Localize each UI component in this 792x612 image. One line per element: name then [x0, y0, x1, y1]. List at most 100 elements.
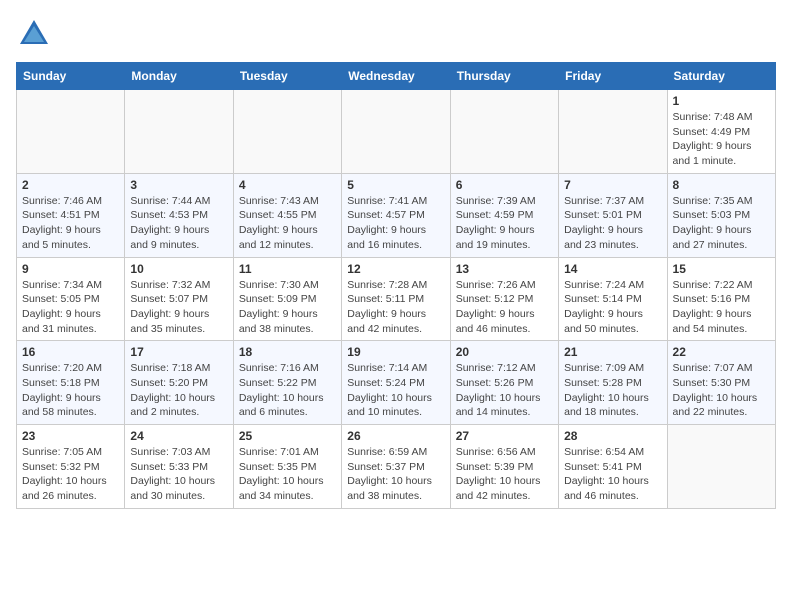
calendar-cell — [125, 90, 233, 174]
day-number: 24 — [130, 429, 227, 443]
calendar-cell: 14 Sunrise: 7:24 AM Sunset: 5:14 PM Dayli… — [559, 257, 667, 341]
day-info: Sunrise: 7:22 AM Sunset: 5:16 PM Dayligh… — [673, 278, 770, 337]
calendar-cell — [559, 90, 667, 174]
day-info: Sunrise: 7:35 AM Sunset: 5:03 PM Dayligh… — [673, 194, 770, 253]
calendar-cell: 15 Sunrise: 7:22 AM Sunset: 5:16 PM Dayli… — [667, 257, 775, 341]
calendar-cell: 17 Sunrise: 7:18 AM Sunset: 5:20 PM Dayli… — [125, 341, 233, 425]
day-info: Sunrise: 7:16 AM Sunset: 5:22 PM Dayligh… — [239, 361, 336, 420]
day-info: Sunrise: 7:44 AM Sunset: 4:53 PM Dayligh… — [130, 194, 227, 253]
day-number: 19 — [347, 345, 444, 359]
logo-icon — [16, 16, 52, 52]
calendar-cell: 1 Sunrise: 7:48 AM Sunset: 4:49 PM Daylig… — [667, 90, 775, 174]
col-header-friday: Friday — [559, 63, 667, 90]
calendar-cell: 3 Sunrise: 7:44 AM Sunset: 4:53 PM Daylig… — [125, 173, 233, 257]
day-info: Sunrise: 7:46 AM Sunset: 4:51 PM Dayligh… — [22, 194, 119, 253]
day-number: 15 — [673, 262, 770, 276]
day-info: Sunrise: 7:37 AM Sunset: 5:01 PM Dayligh… — [564, 194, 661, 253]
day-number: 13 — [456, 262, 553, 276]
calendar-cell: 23 Sunrise: 7:05 AM Sunset: 5:32 PM Dayli… — [17, 425, 125, 509]
day-number: 3 — [130, 178, 227, 192]
calendar-cell: 4 Sunrise: 7:43 AM Sunset: 4:55 PM Daylig… — [233, 173, 341, 257]
calendar-cell: 5 Sunrise: 7:41 AM Sunset: 4:57 PM Daylig… — [342, 173, 450, 257]
calendar-cell — [667, 425, 775, 509]
day-info: Sunrise: 6:54 AM Sunset: 5:41 PM Dayligh… — [564, 445, 661, 504]
day-number: 12 — [347, 262, 444, 276]
day-info: Sunrise: 7:34 AM Sunset: 5:05 PM Dayligh… — [22, 278, 119, 337]
calendar-cell: 6Sunrise: 7:39 AM Sunset: 4:59 PM Daylig… — [450, 173, 558, 257]
calendar-cell: 28 Sunrise: 6:54 AM Sunset: 5:41 PM Dayli… — [559, 425, 667, 509]
day-info: Sunrise: 7:24 AM Sunset: 5:14 PM Dayligh… — [564, 278, 661, 337]
day-number: 22 — [673, 345, 770, 359]
calendar-cell: 21 Sunrise: 7:09 AM Sunset: 5:28 PM Dayli… — [559, 341, 667, 425]
day-number: 17 — [130, 345, 227, 359]
day-number: 8 — [673, 178, 770, 192]
day-number: 2 — [22, 178, 119, 192]
day-info: Sunrise: 7:05 AM Sunset: 5:32 PM Dayligh… — [22, 445, 119, 504]
day-info: Sunrise: 7:12 AM Sunset: 5:26 PM Dayligh… — [456, 361, 553, 420]
calendar-cell: 25 Sunrise: 7:01 AM Sunset: 5:35 PM Dayli… — [233, 425, 341, 509]
header — [16, 16, 776, 52]
day-number: 10 — [130, 262, 227, 276]
day-info: Sunrise: 7:41 AM Sunset: 4:57 PM Dayligh… — [347, 194, 444, 253]
day-number: 26 — [347, 429, 444, 443]
day-number: 6 — [456, 178, 553, 192]
col-header-monday: Monday — [125, 63, 233, 90]
day-number: 20 — [456, 345, 553, 359]
day-info: Sunrise: 7:18 AM Sunset: 5:20 PM Dayligh… — [130, 361, 227, 420]
day-number: 21 — [564, 345, 661, 359]
calendar-cell — [233, 90, 341, 174]
day-info: Sunrise: 7:26 AM Sunset: 5:12 PM Dayligh… — [456, 278, 553, 337]
logo — [16, 16, 58, 52]
day-number: 11 — [239, 262, 336, 276]
day-number: 27 — [456, 429, 553, 443]
calendar-cell: 12 Sunrise: 7:28 AM Sunset: 5:11 PM Dayli… — [342, 257, 450, 341]
day-number: 9 — [22, 262, 119, 276]
calendar-cell: 8 Sunrise: 7:35 AM Sunset: 5:03 PM Daylig… — [667, 173, 775, 257]
col-header-thursday: Thursday — [450, 63, 558, 90]
calendar-cell — [17, 90, 125, 174]
day-info: Sunrise: 7:48 AM Sunset: 4:49 PM Dayligh… — [673, 110, 770, 169]
col-header-wednesday: Wednesday — [342, 63, 450, 90]
day-info: Sunrise: 7:01 AM Sunset: 5:35 PM Dayligh… — [239, 445, 336, 504]
col-header-saturday: Saturday — [667, 63, 775, 90]
day-info: Sunrise: 7:07 AM Sunset: 5:30 PM Dayligh… — [673, 361, 770, 420]
day-info: Sunrise: 7:14 AM Sunset: 5:24 PM Dayligh… — [347, 361, 444, 420]
col-header-sunday: Sunday — [17, 63, 125, 90]
day-info: Sunrise: 7:43 AM Sunset: 4:55 PM Dayligh… — [239, 194, 336, 253]
calendar-cell: 27 Sunrise: 6:56 AM Sunset: 5:39 PM Dayli… — [450, 425, 558, 509]
calendar-cell: 18 Sunrise: 7:16 AM Sunset: 5:22 PM Dayli… — [233, 341, 341, 425]
day-info: Sunrise: 7:28 AM Sunset: 5:11 PM Dayligh… — [347, 278, 444, 337]
calendar-cell: 9 Sunrise: 7:34 AM Sunset: 5:05 PM Daylig… — [17, 257, 125, 341]
calendar-cell: 13 Sunrise: 7:26 AM Sunset: 5:12 PM Dayli… — [450, 257, 558, 341]
calendar-cell: 10 Sunrise: 7:32 AM Sunset: 5:07 PM Dayli… — [125, 257, 233, 341]
col-header-tuesday: Tuesday — [233, 63, 341, 90]
calendar-cell: 22 Sunrise: 7:07 AM Sunset: 5:30 PM Dayli… — [667, 341, 775, 425]
day-number: 23 — [22, 429, 119, 443]
calendar-cell: 24 Sunrise: 7:03 AM Sunset: 5:33 PM Dayli… — [125, 425, 233, 509]
day-number: 7 — [564, 178, 661, 192]
day-number: 16 — [22, 345, 119, 359]
day-number: 25 — [239, 429, 336, 443]
day-number: 28 — [564, 429, 661, 443]
day-number: 14 — [564, 262, 661, 276]
calendar-cell: 11 Sunrise: 7:30 AM Sunset: 5:09 PM Dayli… — [233, 257, 341, 341]
day-info: Sunrise: 7:32 AM Sunset: 5:07 PM Dayligh… — [130, 278, 227, 337]
day-number: 5 — [347, 178, 444, 192]
day-number: 4 — [239, 178, 336, 192]
day-info: Sunrise: 7:30 AM Sunset: 5:09 PM Dayligh… — [239, 278, 336, 337]
day-info: Sunrise: 7:20 AM Sunset: 5:18 PM Dayligh… — [22, 361, 119, 420]
calendar-cell: 26 Sunrise: 6:59 AM Sunset: 5:37 PM Dayli… — [342, 425, 450, 509]
calendar-cell: 20 Sunrise: 7:12 AM Sunset: 5:26 PM Dayli… — [450, 341, 558, 425]
day-info: Sunrise: 7:09 AM Sunset: 5:28 PM Dayligh… — [564, 361, 661, 420]
calendar-cell: 19 Sunrise: 7:14 AM Sunset: 5:24 PM Dayli… — [342, 341, 450, 425]
calendar: SundayMondayTuesdayWednesdayThursdayFrid… — [16, 62, 776, 509]
day-number: 18 — [239, 345, 336, 359]
calendar-cell — [450, 90, 558, 174]
day-number: 1 — [673, 94, 770, 108]
day-info: Sunrise: 7:03 AM Sunset: 5:33 PM Dayligh… — [130, 445, 227, 504]
calendar-cell: 2 Sunrise: 7:46 AM Sunset: 4:51 PM Daylig… — [17, 173, 125, 257]
calendar-cell: 16 Sunrise: 7:20 AM Sunset: 5:18 PM Dayli… — [17, 341, 125, 425]
calendar-cell — [342, 90, 450, 174]
day-info: Sunrise: 6:59 AM Sunset: 5:37 PM Dayligh… — [347, 445, 444, 504]
day-info: Sunrise: 6:56 AM Sunset: 5:39 PM Dayligh… — [456, 445, 553, 504]
